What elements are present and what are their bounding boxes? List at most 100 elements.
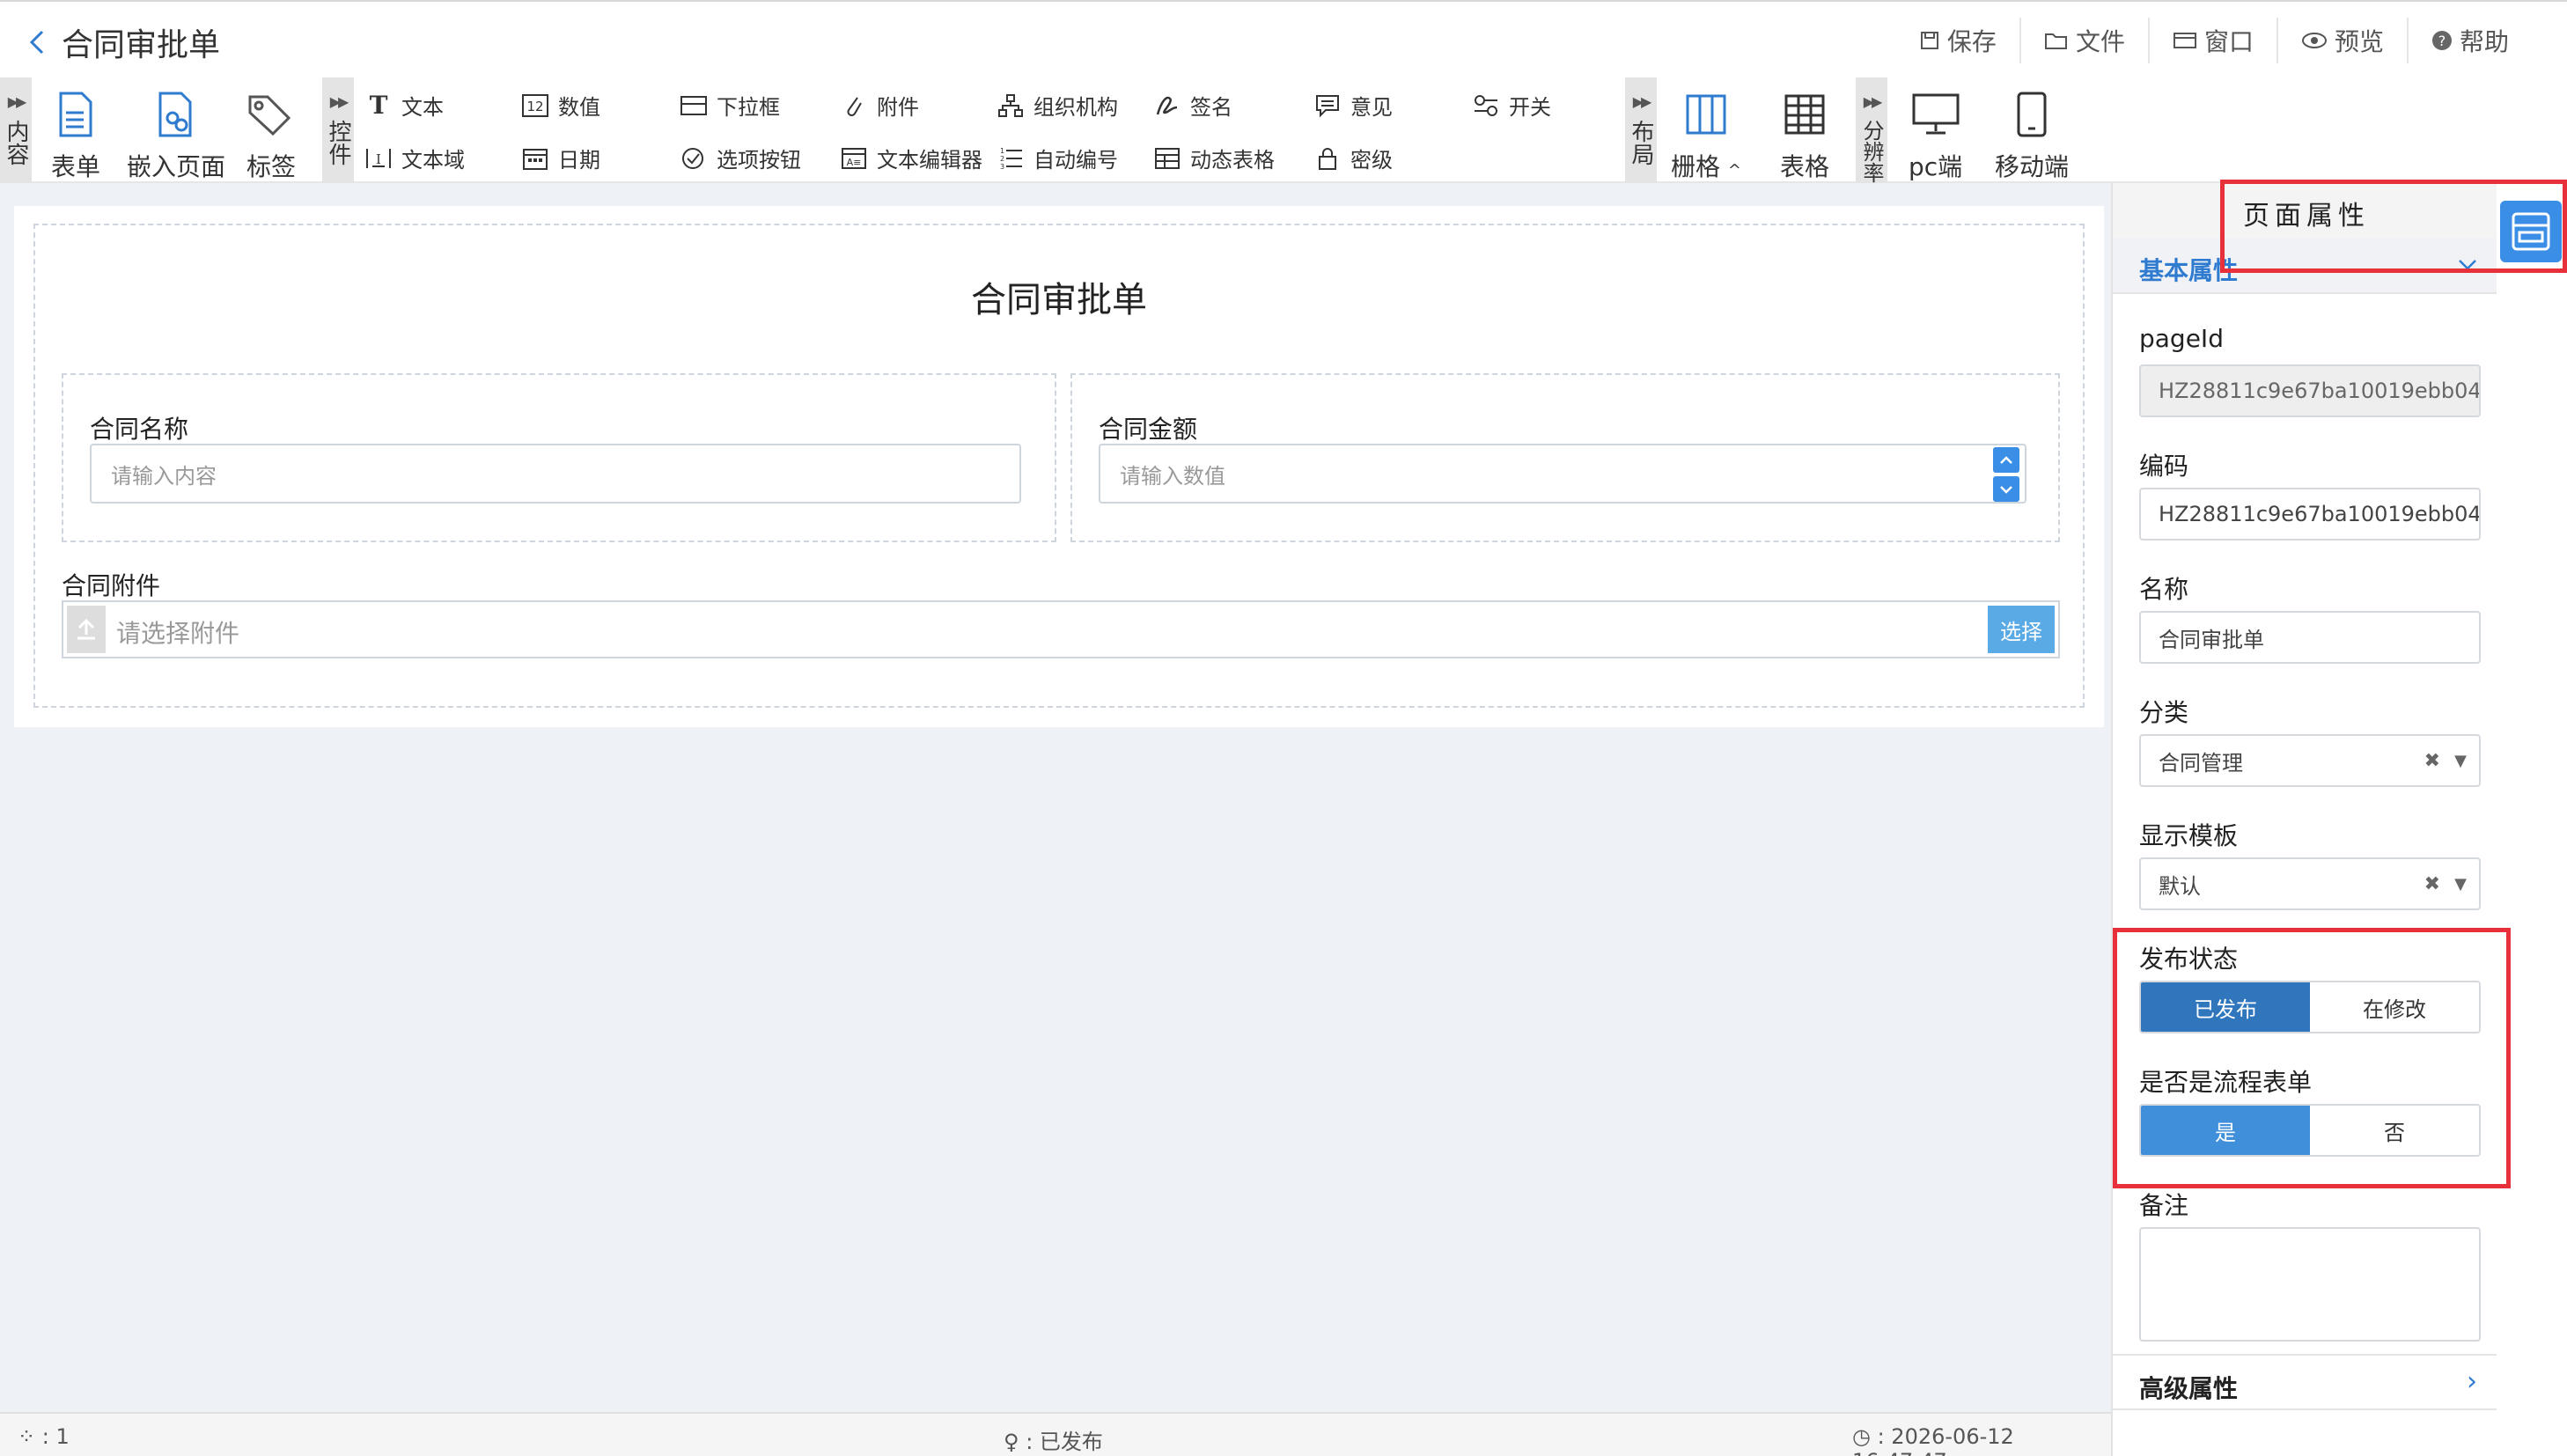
group-tab-resolution[interactable]: ▶▶ 分辨率 — [1856, 77, 1887, 183]
field-contract-name[interactable]: 合同名称 请输入内容 — [62, 373, 1056, 542]
tool-embed-page[interactable]: 嵌入页面 — [127, 88, 225, 183]
tool-grid-label: 栅格 ^ — [1671, 152, 1742, 181]
monitor-icon — [1912, 93, 1960, 135]
tool-dynamic-table[interactable]: 动态表格 — [1153, 143, 1275, 173]
group-tab-content[interactable]: ▶▶ 内容 — [0, 77, 32, 183]
flow-form-no[interactable]: 否 — [2310, 1106, 2479, 1155]
tool-table[interactable]: 表格 — [1780, 88, 1829, 183]
tool-comment[interactable]: 意见 — [1313, 90, 1393, 121]
svg-text:?: ? — [2438, 33, 2446, 49]
tool-dropdown[interactable]: 下拉框 — [680, 90, 780, 121]
spinner-up-icon[interactable] — [1993, 447, 2019, 473]
category-select[interactable]: 合同管理 ✖ ▼ — [2139, 734, 2481, 787]
tool-org[interactable]: 组织机构 — [997, 90, 1118, 121]
tool-auto-number[interactable]: 123 自动编号 — [997, 143, 1118, 173]
tag-icon — [248, 95, 291, 136]
tool-form[interactable]: 表单 — [51, 88, 100, 183]
tool-mobile-label: 移动端 — [1995, 152, 2070, 181]
tool-switch[interactable]: 开关 — [1472, 90, 1551, 121]
category-label: 分类 — [2139, 698, 2189, 727]
component-toolbar: ▶▶ 内容 表单 嵌入页面 标签 ▶▶ 控件 T 文本 12 数值 下拉框 附件… — [0, 77, 2567, 183]
tool-org-label: 组织机构 — [1033, 95, 1118, 120]
help-icon: ? — [2431, 31, 2452, 50]
file-button[interactable]: 文件 — [2019, 18, 2148, 63]
group-label-layout: 布局 — [1628, 120, 1654, 165]
advanced-properties-label: 高级属性 — [2139, 1374, 2239, 1403]
preview-button[interactable]: 预览 — [2276, 18, 2407, 63]
attachment-field[interactable]: 请选择附件 选择 — [62, 600, 2060, 658]
property-panel-header: 页面属性 — [2113, 183, 2497, 238]
table-icon — [1784, 94, 1825, 135]
field-label: 合同名称 — [90, 415, 189, 444]
signature-icon — [1153, 92, 1181, 120]
expand-icon: ▶▶ — [7, 93, 27, 110]
tool-radio[interactable]: 选项按钮 — [680, 143, 801, 173]
template-select[interactable]: 默认 ✖ ▼ — [2139, 857, 2481, 910]
tool-textarea[interactable]: I 文本域 — [364, 143, 465, 173]
help-button[interactable]: ? 帮助 — [2406, 18, 2532, 63]
group-label-content: 内容 — [3, 120, 29, 165]
tool-grid[interactable]: 栅格 ^ — [1671, 88, 1741, 183]
tool-comment-label: 意见 — [1350, 95, 1393, 120]
select-attachment-button[interactable]: 选择 — [1988, 606, 2055, 653]
tool-editor[interactable]: A≡ 文本编辑器 — [840, 143, 982, 173]
switch-icon — [1472, 92, 1500, 120]
save-label: 保存 — [1946, 27, 1997, 56]
group-label-resolution: 分辨率 — [1859, 120, 1884, 183]
tool-table-label: 表格 — [1780, 152, 1830, 181]
form-icon — [59, 92, 92, 137]
back-arrow-icon[interactable] — [26, 25, 53, 60]
design-canvas[interactable]: 合同审批单 合同名称 请输入内容 合同金额 请输入数值 合同附件 请选择附件 选… — [0, 183, 2111, 1412]
status-right: ◷ : 2026-06-12 16:47:47 — [1852, 1424, 2014, 1456]
spinner-down-icon[interactable] — [1993, 476, 2019, 502]
field-contract-amount[interactable]: 合同金额 请输入数值 — [1070, 373, 2060, 542]
tool-number[interactable]: 12 数值 — [521, 90, 600, 121]
tool-security-level-label: 密级 — [1350, 148, 1393, 173]
form-container[interactable]: 合同审批单 合同名称 请输入内容 合同金额 请输入数值 合同附件 请选择附件 选… — [33, 224, 2085, 708]
svg-text:12: 12 — [526, 99, 543, 114]
publish-status-toggle: 已发布 在修改 — [2139, 981, 2481, 1033]
publish-status-editing[interactable]: 在修改 — [2310, 982, 2479, 1032]
tool-signature[interactable]: 签名 — [1153, 90, 1232, 121]
clear-icon[interactable]: ✖ — [2424, 750, 2440, 772]
clock-icon: ◷ — [1852, 1424, 1871, 1449]
window-button[interactable]: 窗口 — [2147, 18, 2276, 63]
tool-mobile[interactable]: 移动端 — [1995, 88, 2069, 183]
tool-form-label: 表单 — [51, 152, 101, 181]
code-field[interactable]: HZ28811c9e67ba10019ebb0414 — [2139, 488, 2481, 540]
dropdown-icon — [680, 92, 708, 120]
tool-attachment[interactable]: 附件 — [840, 90, 919, 121]
basic-properties-section[interactable]: 基本属性 — [2113, 238, 2497, 294]
tool-auto-number-label: 自动编号 — [1033, 148, 1118, 173]
tool-date[interactable]: 日期 — [521, 143, 600, 173]
pageid-field: HZ28811c9e67ba10019ebb0414 — [2139, 364, 2481, 417]
top-bar: 合同审批单 保存 文件 窗口 预览 ? 帮助 — [0, 0, 2567, 77]
publish-status-published[interactable]: 已发布 — [2141, 982, 2310, 1032]
tool-switch-label: 开关 — [1509, 95, 1551, 120]
chevron-down-icon — [2459, 260, 2476, 270]
flow-form-yes[interactable]: 是 — [2141, 1106, 2310, 1155]
template-value: 默认 — [2159, 873, 2201, 899]
property-panel-toggle-button[interactable] — [2500, 201, 2562, 262]
contract-amount-input[interactable]: 请输入数值 — [1099, 444, 2026, 504]
tool-number-label: 数值 — [558, 95, 600, 120]
svg-text:1: 1 — [1000, 147, 1004, 155]
group-tab-layout[interactable]: ▶▶ 布局 — [1625, 77, 1657, 183]
tool-text[interactable]: T 文本 — [364, 90, 444, 121]
tool-pc-label: pc端 — [1909, 152, 1963, 181]
remark-textarea[interactable] — [2139, 1227, 2481, 1342]
tool-pc[interactable]: pc端 — [1909, 88, 1962, 183]
tool-security-level[interactable]: 密级 — [1313, 143, 1393, 173]
clear-icon[interactable]: ✖ — [2424, 873, 2440, 895]
remark-label: 备注 — [2139, 1191, 2189, 1220]
svg-text:I: I — [376, 151, 381, 167]
top-actions: 保存 文件 窗口 预览 ? 帮助 — [1896, 18, 2532, 63]
contract-name-input[interactable]: 请输入内容 — [90, 444, 1021, 504]
advanced-properties-section[interactable]: 高级属性 › — [2113, 1354, 2497, 1410]
name-field[interactable]: 合同审批单 — [2139, 611, 2481, 664]
svg-text:2: 2 — [1000, 155, 1004, 163]
save-button[interactable]: 保存 — [1896, 18, 2019, 63]
tool-tag[interactable]: 标签 — [246, 88, 296, 183]
group-tab-controls[interactable]: ▶▶ 控件 — [322, 77, 354, 183]
save-icon — [1920, 32, 1938, 49]
